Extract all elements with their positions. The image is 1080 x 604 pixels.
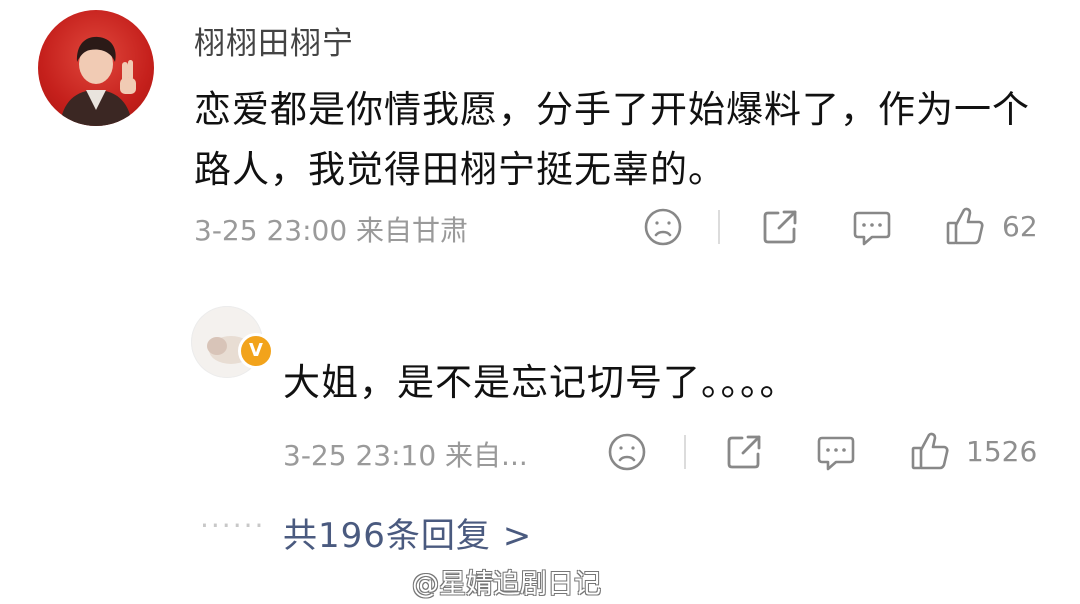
share-icon[interactable] xyxy=(760,207,800,247)
view-replies-link[interactable]: 共196条回复 > xyxy=(283,508,532,557)
avatar[interactable] xyxy=(38,10,154,126)
like-count: 1526 xyxy=(966,435,1038,468)
watermark-text: @星婧追剧日记 xyxy=(412,569,601,600)
watermark: @星婧追剧日记 xyxy=(412,562,601,601)
divider xyxy=(718,210,720,244)
thumbs-up-icon[interactable] xyxy=(945,205,985,247)
divider xyxy=(684,435,686,469)
dotted-line: ······ xyxy=(200,509,266,542)
verified-badge: V xyxy=(238,333,274,369)
comment-meta: 3-25 23:00 来自甘肃 xyxy=(194,209,468,249)
comment-location: 来自甘肃 xyxy=(356,214,469,247)
reply-meta: 3-25 23:10 来自... xyxy=(283,434,528,474)
share-icon[interactable] xyxy=(724,432,764,472)
sad-face-icon[interactable] xyxy=(607,432,647,472)
reply-text: 大姐，是不是忘记切号了。。。。 xyxy=(283,361,798,404)
reply-location: 来自... xyxy=(445,439,528,472)
username[interactable]: 栩栩田栩宁 xyxy=(194,18,354,63)
like-count: 62 xyxy=(1002,210,1038,243)
comment-icon[interactable] xyxy=(816,434,856,472)
comment-text: 恋爱都是你情我愿，分手了开始爆料了，作为一个路人，我觉得田栩宁挺无辜的。 xyxy=(194,88,1030,191)
reply-date: 3-25 23:10 xyxy=(283,439,437,472)
comment-date: 3-25 23:00 xyxy=(194,214,348,247)
sad-face-icon[interactable] xyxy=(643,207,683,247)
comment-icon[interactable] xyxy=(852,209,892,247)
thumbs-up-icon[interactable] xyxy=(910,430,950,472)
